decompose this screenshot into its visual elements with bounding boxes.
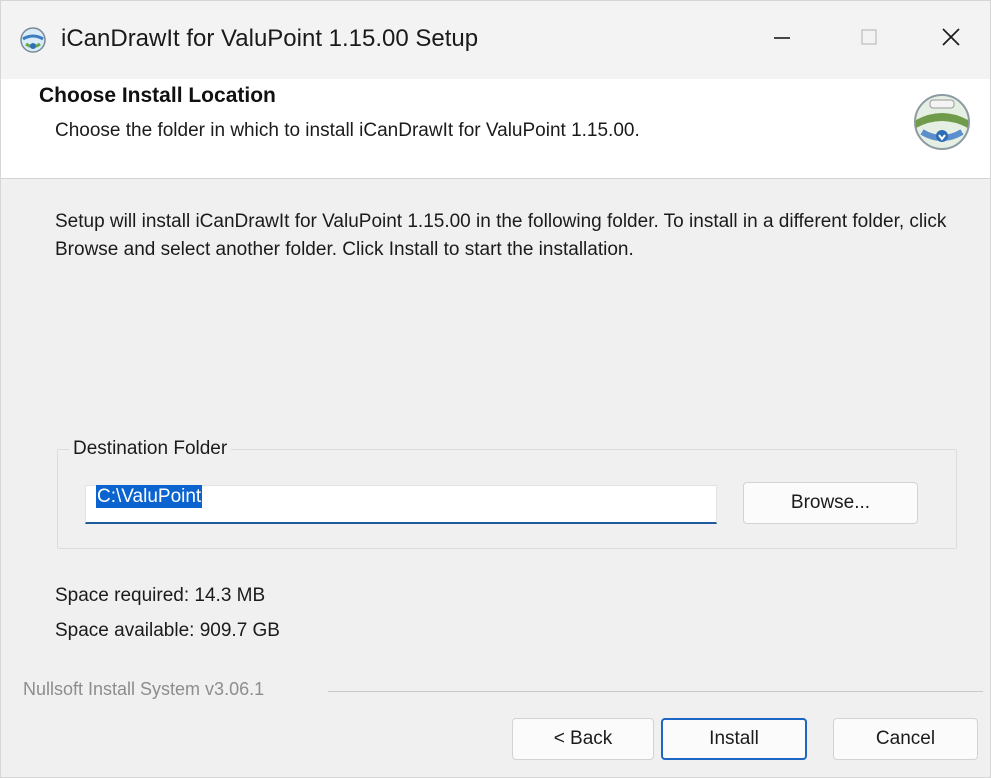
maximize-icon — [861, 29, 877, 45]
title-bar[interactable]: iCanDrawIt for ValuPoint 1.15.00 Setup — [1, 1, 990, 79]
destination-path-input[interactable]: C:\ValuPoint — [85, 485, 717, 524]
minimize-icon — [774, 37, 790, 39]
branding-text: Nullsoft Install System v3.06.1 — [23, 679, 265, 699]
browse-button[interactable]: Browse... — [743, 482, 918, 524]
window-title: iCanDrawIt for ValuPoint 1.15.00 Setup — [61, 25, 479, 52]
branding-row: Nullsoft Install System v3.06.1 — [23, 679, 983, 703]
close-button[interactable] — [911, 7, 990, 67]
close-icon — [941, 28, 960, 46]
maximize-button[interactable] — [823, 7, 915, 67]
setup-window: iCanDrawIt for ValuPoint 1.15.00 Setup C… — [0, 0, 991, 778]
intro-text: Setup will install iCanDrawIt for ValuPo… — [55, 211, 947, 260]
installer-disk-icon — [914, 94, 970, 150]
space-available-text: Space available: 909.7 GB — [55, 620, 280, 641]
destination-path-value: C:\ValuPoint — [96, 485, 203, 508]
page-title: Choose Install Location — [39, 84, 276, 107]
installer-globe-icon — [20, 27, 46, 53]
branding-divider — [328, 691, 983, 692]
cancel-button[interactable]: Cancel — [833, 718, 978, 760]
space-required-text: Space required: 14.3 MB — [55, 585, 266, 606]
page-header: Choose Install Location Choose the folde… — [1, 79, 990, 179]
destination-legend: Destination Folder — [69, 438, 232, 460]
install-button[interactable]: Install — [661, 718, 807, 760]
page-subtitle: Choose the folder in which to install iC… — [55, 120, 640, 141]
minimize-button[interactable] — [736, 7, 828, 67]
back-button[interactable]: < Back — [512, 718, 654, 760]
